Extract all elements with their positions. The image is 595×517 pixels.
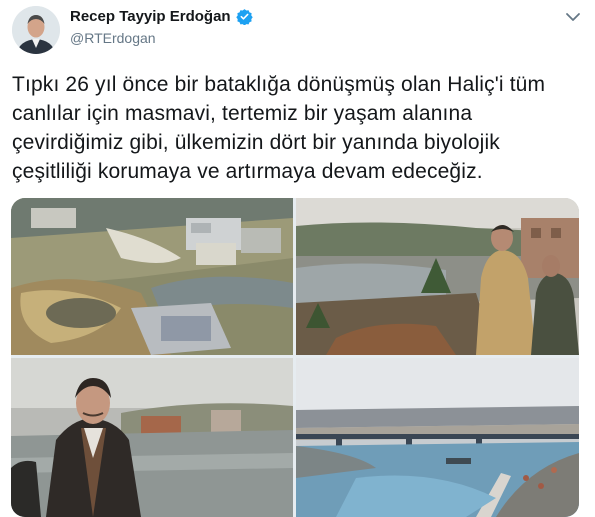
officials-overlooking-marsh-photo[interactable]	[296, 198, 579, 355]
golden-horn-bridge-photo[interactable]	[296, 358, 579, 517]
avatar[interactable]	[12, 6, 60, 54]
tweet-text: Tıpkı 26 yıl önce bir bataklığa dönüşmüş…	[12, 73, 546, 183]
tweet-card: Recep Tayyip Erdoğan @RTErdogan Tıpkı 26…	[0, 0, 595, 517]
chevron-down-icon[interactable]	[565, 10, 581, 22]
author-handle[interactable]: @RTErdogan	[70, 30, 156, 46]
media-grid	[11, 198, 579, 517]
man-by-water-photo[interactable]	[11, 358, 293, 517]
author-name[interactable]: Recep Tayyip Erdoğan	[70, 8, 231, 25]
aerial-construction-site-photo[interactable]	[11, 198, 293, 355]
verified-badge-icon	[235, 8, 253, 26]
author-row: Recep Tayyip Erdoğan	[70, 8, 253, 26]
